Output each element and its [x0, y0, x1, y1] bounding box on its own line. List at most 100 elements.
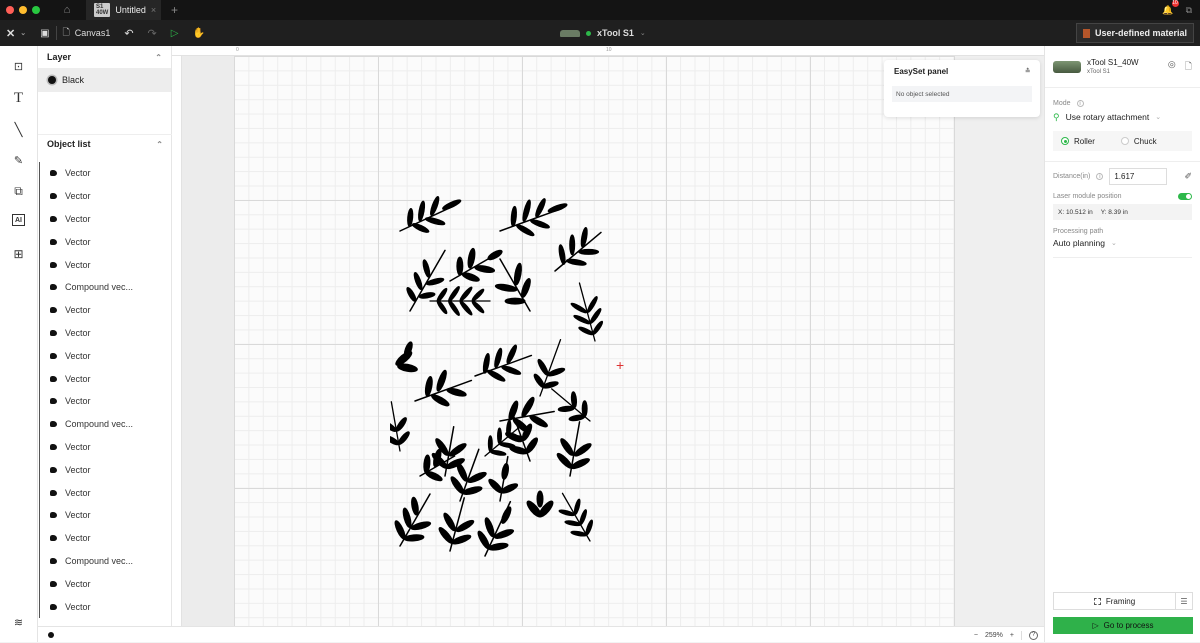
measure-icon[interactable]: ✐ — [1184, 171, 1192, 182]
leaf-branch — [414, 369, 473, 407]
laser-position-toggle[interactable] — [1178, 193, 1192, 200]
material-button[interactable]: User-defined material — [1075, 23, 1194, 43]
tab-close-icon[interactable]: × — [151, 5, 156, 15]
machine-card: xTool S1_40W xTool S1 ◎ 🗋 — [1045, 46, 1200, 88]
device-selector[interactable]: xTool S1 ⌄ — [560, 20, 646, 46]
leaf-branch — [494, 258, 531, 312]
zoom-out-button[interactable]: − — [974, 632, 978, 639]
radio-chuck[interactable]: Chuck — [1120, 137, 1157, 146]
info-icon[interactable]: i — [1096, 173, 1104, 180]
object-name: Vector — [65, 305, 91, 316]
list-item[interactable]: Vector — [39, 481, 172, 504]
object-name: Vector — [65, 259, 91, 270]
vector-thumbnail-icon — [50, 489, 57, 496]
processing-path-dropdown[interactable]: Auto planning ⌄ — [1045, 235, 1200, 251]
framing-label: Framing — [1105, 596, 1136, 606]
close-window-button[interactable] — [6, 6, 14, 14]
notification-count: 10 — [1171, 0, 1179, 7]
help-icon[interactable]: ? — [1029, 630, 1038, 640]
document-icon[interactable]: 🗋 — [1185, 59, 1192, 75]
text-icon[interactable]: T — [10, 90, 27, 107]
home-icon[interactable]: ⌂ — [54, 0, 80, 20]
chevron-up-icon[interactable]: ⌃ — [155, 53, 162, 62]
framing-menu-button[interactable]: ☰ — [1176, 593, 1192, 609]
distance-input[interactable]: 1.617 — [1109, 168, 1168, 185]
material-swatch-icon — [1082, 28, 1090, 38]
machine-model: xTool S1 — [1087, 69, 1111, 75]
divider — [1021, 630, 1022, 640]
radio-roller[interactable]: Roller — [1061, 137, 1095, 146]
framing-button[interactable]: Framing — [1054, 593, 1176, 609]
zoom-in-button[interactable]: + — [1010, 632, 1014, 639]
list-item[interactable]: Compound vec... — [39, 412, 172, 436]
mode-dropdown[interactable]: ⚲ Use rotary attachment ⌄ — [1045, 109, 1200, 125]
mode-value: Use rotary attachment — [1065, 112, 1150, 122]
design-canvas[interactable]: 0 10 + EasySet panel ⩮ No object selecte… — [172, 46, 1044, 626]
list-item[interactable]: Vector — [39, 389, 172, 413]
list-item[interactable]: Vector — [39, 367, 172, 390]
object-list-header[interactable]: Object list ⌃ — [38, 133, 172, 155]
radio-roller-indicator[interactable] — [1061, 137, 1069, 145]
save-icon[interactable]: ▣ — [40, 20, 49, 46]
hand-pan-icon[interactable]: ✋ — [192, 20, 204, 46]
apps-icon[interactable]: ⊞ — [10, 245, 27, 262]
object-name: Vector — [65, 236, 91, 247]
undo-icon[interactable]: ↶ — [124, 20, 133, 46]
maximize-window-button[interactable] — [32, 6, 40, 14]
redo-icon[interactable]: ↷ — [148, 20, 157, 46]
app-menu-button[interactable]: ✕ ⌄ — [6, 20, 26, 46]
vertical-ruler[interactable] — [172, 56, 182, 626]
horizontal-ruler[interactable]: 0 10 — [172, 46, 1044, 56]
list-item[interactable]: Vector — [39, 344, 172, 368]
material-label: User-defined material — [1094, 28, 1187, 38]
list-item[interactable]: Vector — [39, 253, 172, 276]
list-item[interactable]: Vector — [39, 572, 172, 596]
shapes-icon[interactable]: ⧉ — [10, 183, 27, 200]
go-to-process-button[interactable]: ▷ Go to process — [1053, 617, 1193, 634]
leaf-artwork[interactable] — [390, 191, 624, 561]
list-item[interactable]: Vector — [39, 526, 172, 550]
list-item[interactable]: Vector — [39, 184, 172, 208]
list-item[interactable]: Vector — [39, 162, 172, 185]
list-item[interactable]: Vector — [39, 503, 172, 527]
chevron-up-icon[interactable]: ⌃ — [156, 140, 163, 149]
window-switch-icon[interactable]: ⧉ — [1186, 5, 1192, 16]
canvas-name-button[interactable]: 🗋 Canvas1 — [63, 20, 111, 46]
vector-thumbnail-icon — [50, 603, 57, 610]
status-bar: − 259% + ? — [38, 626, 1044, 642]
list-item[interactable]: Vector — [39, 230, 172, 254]
canvas-name: Canvas1 — [74, 28, 111, 38]
tab-untitled[interactable]: S1 40W Untitled × — [86, 0, 161, 20]
leaf-branch — [526, 490, 554, 518]
zoom-controls: − 259% + ? — [974, 627, 1038, 643]
object-name: Vector — [65, 373, 91, 384]
list-item[interactable]: Compound vec... — [39, 275, 172, 299]
line-icon[interactable]: ╲ — [10, 121, 27, 138]
chevron-down-icon: ⌄ — [1111, 240, 1117, 247]
radio-chuck-indicator[interactable] — [1120, 137, 1129, 145]
new-tab-button[interactable]: + — [171, 3, 178, 17]
list-item[interactable]: Vector — [39, 435, 172, 459]
layer-row-black[interactable]: Black — [38, 68, 171, 92]
list-item[interactable]: Vector — [39, 298, 172, 322]
leaf-branch — [533, 338, 566, 397]
collapse-icon[interactable]: ⩮ — [1025, 66, 1030, 76]
list-item[interactable]: Vector — [39, 595, 172, 618]
list-item[interactable]: Compound vec... — [39, 549, 172, 573]
zoom-level[interactable]: 259% — [985, 632, 1003, 639]
play-icon[interactable]: ▷ — [171, 20, 179, 46]
minimize-window-button[interactable] — [19, 6, 27, 14]
device-name: xTool S1 — [597, 28, 634, 38]
list-item[interactable]: Vector — [39, 207, 172, 231]
list-item[interactable]: Vector — [39, 458, 172, 482]
image-icon[interactable]: ⊡ — [10, 58, 27, 75]
list-item[interactable]: Vector — [39, 321, 172, 345]
ai-icon[interactable]: AI — [12, 214, 25, 226]
object-list-title: Object list — [47, 139, 91, 149]
layers-icon[interactable]: ≋ — [10, 614, 27, 631]
pen-icon[interactable]: ✎ — [10, 152, 27, 169]
layer-section-header[interactable]: Layer ⌃ — [38, 46, 171, 68]
target-icon[interactable]: ◎ — [1168, 59, 1176, 75]
info-icon[interactable]: i — [1076, 100, 1084, 107]
notification-bell-icon[interactable]: 🔔 10 — [1162, 0, 1179, 16]
